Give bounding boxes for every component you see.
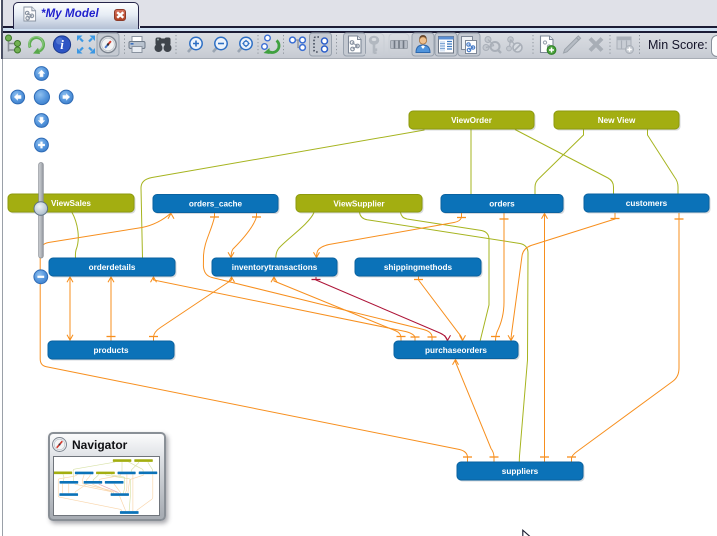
svg-text:ViewOrder: ViewOrder [451,116,493,125]
svg-text:customers: customers [626,199,668,208]
svg-text:ViewSales: ViewSales [51,199,91,208]
svg-text:orders_cache: orders_cache [189,200,243,209]
svg-text:shippingmethods: shippingmethods [384,263,453,272]
svg-text:ViewSupplier: ViewSupplier [333,199,385,208]
svg-text:New View: New View [598,116,636,125]
svg-text:orderdetails: orderdetails [89,263,136,272]
svg-text:products: products [93,346,128,355]
svg-text:suppliers: suppliers [502,467,539,476]
svg-text:purchaseorders: purchaseorders [425,346,487,355]
svg-text:orders: orders [489,200,515,209]
svg-text:i: i [60,37,64,52]
svg-text:inventorytransactions: inventorytransactions [232,263,318,272]
